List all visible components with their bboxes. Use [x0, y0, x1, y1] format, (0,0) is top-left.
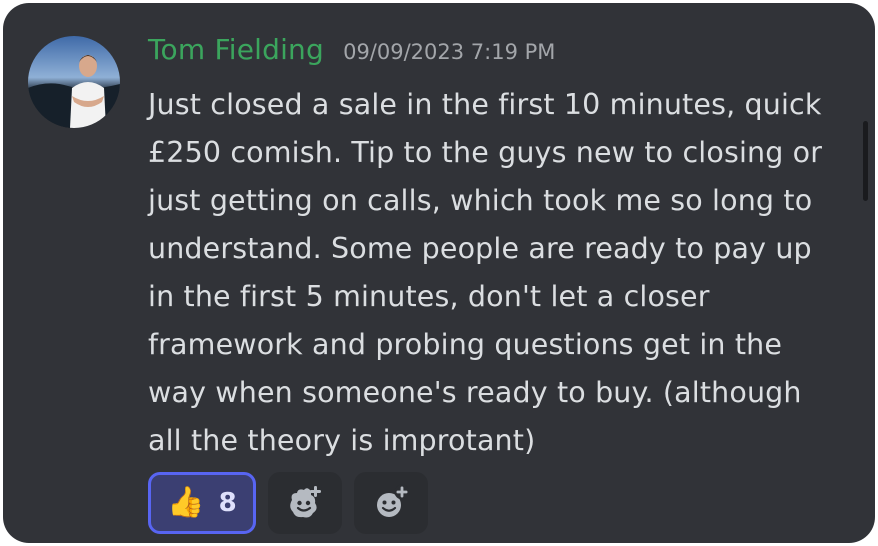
message-line: £250 comish. Tip to the guys new to clos…: [148, 136, 823, 169]
add-reaction-icon: [377, 484, 410, 517]
author-name[interactable]: Tom Fielding: [148, 33, 324, 66]
add-reaction-button[interactable]: [354, 472, 428, 534]
message-content: Just closed a sale in the first 10 minut…: [148, 81, 860, 465]
message-header: Tom Fielding 09/09/2023 7:19 PM: [148, 33, 555, 73]
reaction-thumbs-up[interactable]: 👍 8: [148, 472, 256, 534]
message-line: just getting on calls, which took me so …: [148, 184, 813, 217]
add-super-reaction-button[interactable]: [268, 472, 342, 534]
avatar[interactable]: [28, 36, 120, 128]
message-line: understand. Some people are ready to pay…: [148, 232, 812, 265]
message-line: framework and probing questions get in t…: [148, 328, 783, 361]
add-super-reaction-icon: [290, 486, 321, 518]
scrollbar-thumb[interactable]: [863, 121, 868, 201]
message-line: all the theory is improtant): [148, 424, 536, 457]
message-line: in the first 5 minutes, don't let a clos…: [148, 280, 710, 313]
reaction-count: 8: [218, 488, 237, 518]
avatar-photo: [28, 36, 120, 128]
thumbs-up-emoji: 👍: [167, 485, 205, 520]
message-line: way when someone's ready to buy. (althou…: [148, 376, 802, 409]
message-line: Just closed a sale in the first 10 minut…: [148, 88, 822, 121]
message-card: Tom Fielding 09/09/2023 7:19 PM Just clo…: [3, 3, 875, 543]
message-timestamp: 09/09/2023 7:19 PM: [343, 40, 556, 64]
